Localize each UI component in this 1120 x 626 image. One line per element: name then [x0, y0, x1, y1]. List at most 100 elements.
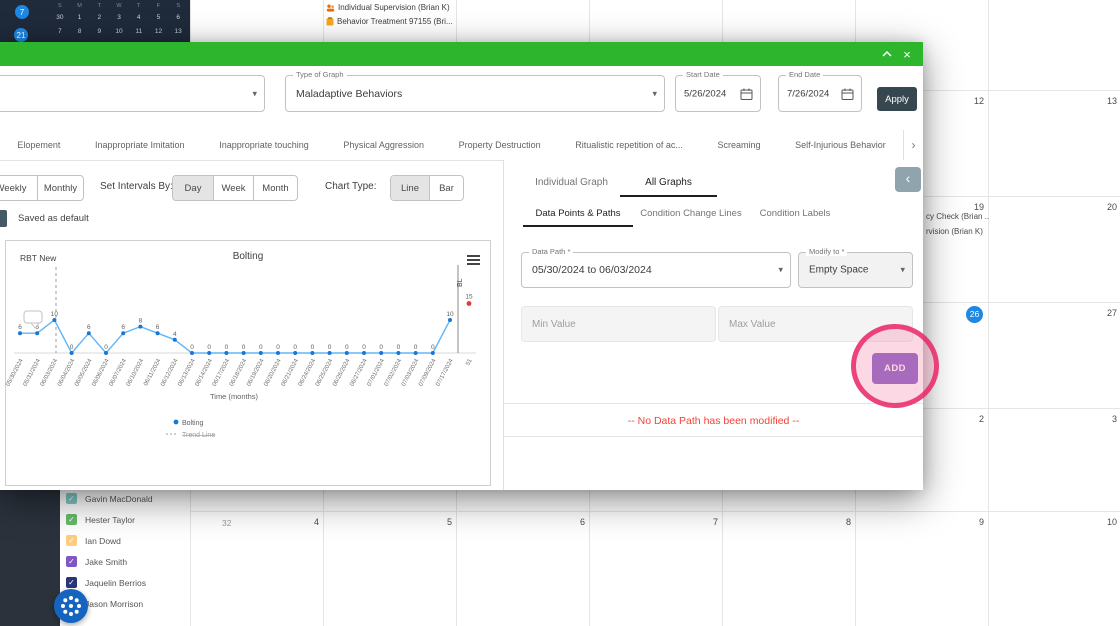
- calendar-date[interactable]: 5: [418, 517, 452, 527]
- data-point[interactable]: [430, 351, 435, 355]
- mini-calendar-cell[interactable]: 4: [129, 14, 149, 21]
- chart-type-bar-button[interactable]: Bar: [429, 176, 463, 200]
- data-point[interactable]: [310, 351, 315, 355]
- calendar-date[interactable]: 6: [551, 517, 585, 527]
- client-checkbox[interactable]: ✓: [66, 514, 77, 525]
- client-checkbox[interactable]: ✓: [66, 577, 77, 588]
- client-list-item[interactable]: ✓ Jake Smith: [60, 551, 190, 572]
- data-point[interactable]: [121, 331, 126, 336]
- mini-calendar-cell[interactable]: 9: [89, 28, 109, 35]
- tabs-scroll-right-button[interactable]: ›: [903, 130, 923, 160]
- mini-calendar-cell[interactable]: 30: [50, 14, 70, 21]
- calendar-icon[interactable]: [841, 87, 854, 100]
- mini-calendar-cell[interactable]: W: [109, 3, 129, 9]
- collapse-panel-button[interactable]: ‹: [895, 167, 921, 192]
- data-point[interactable]: [448, 318, 452, 322]
- mini-calendar-cell[interactable]: S: [168, 3, 188, 9]
- calendar-event[interactable]: cy Check (Brian ..: [926, 212, 989, 221]
- client-list-item[interactable]: ✓ Hester Taylor: [60, 509, 190, 530]
- data-point[interactable]: [379, 351, 384, 355]
- mini-calendar-cell[interactable]: 12: [149, 28, 169, 35]
- subtab-condition-labels[interactable]: Condition Labels: [749, 200, 841, 227]
- behavior-tab-physical-aggression[interactable]: Physical Aggression: [326, 130, 441, 160]
- weekly-button[interactable]: Weekly: [0, 176, 37, 200]
- chat-widget-button[interactable]: [54, 589, 88, 623]
- collapse-modal-button[interactable]: [879, 46, 895, 62]
- end-date-field[interactable]: End Date 7/26/2024: [778, 70, 862, 112]
- calendar-date[interactable]: 27: [1083, 308, 1117, 318]
- max-value-input[interactable]: [718, 306, 913, 342]
- legend-label-disabled[interactable]: Trend Line: [182, 432, 215, 439]
- behavior-tab-ritualistic-repetition-of-ac[interactable]: Ritualistic repetition of ac...: [558, 130, 700, 160]
- data-point[interactable]: [276, 351, 280, 355]
- calendar-date[interactable]: 10: [1083, 517, 1117, 527]
- monthly-button[interactable]: Monthly: [37, 176, 83, 200]
- mini-calendar-cell[interactable]: S: [50, 3, 70, 9]
- data-point[interactable]: [52, 318, 57, 322]
- calendar-date[interactable]: 3: [1083, 414, 1117, 424]
- client-checkbox[interactable]: ✓: [66, 535, 77, 546]
- data-point[interactable]: [138, 324, 143, 329]
- behavior-tab-inappropriate-touching[interactable]: Inappropriate touching: [202, 130, 326, 160]
- behavior-tab-property-destruction[interactable]: Property Destruction: [441, 130, 558, 160]
- data-point[interactable]: [69, 351, 74, 355]
- mini-calendar-cell[interactable]: F: [149, 3, 169, 9]
- calendar-date[interactable]: 4: [285, 517, 319, 527]
- data-point[interactable]: [396, 351, 401, 355]
- min-value-input[interactable]: [521, 306, 716, 342]
- calendar-date[interactable]: 12: [950, 96, 984, 106]
- calendar-icon[interactable]: [740, 87, 753, 100]
- data-point[interactable]: [104, 351, 108, 355]
- mini-calendar[interactable]: S M T W T F S 30 1 2 3 4 5 6 7 8 9 10 11 12 13: [50, 1, 188, 38]
- legend-label[interactable]: Bolting: [182, 420, 204, 427]
- interval-week-button[interactable]: Week: [213, 176, 253, 200]
- behavior-tab-elopement[interactable]: Elopement: [0, 130, 78, 160]
- data-point[interactable]: [362, 351, 366, 355]
- client-checkbox[interactable]: ✓: [66, 556, 77, 567]
- data-point[interactable]: [293, 351, 298, 355]
- subtab-condition-change-lines[interactable]: Condition Change Lines: [633, 200, 749, 227]
- mini-calendar-cell[interactable]: T: [129, 3, 149, 9]
- notification-badge[interactable]: 21: [14, 28, 28, 42]
- client-list-item[interactable]: ✓ Jaquelin Berrios: [60, 572, 190, 593]
- notification-badge[interactable]: 7: [15, 5, 29, 19]
- calendar-today-date[interactable]: 26: [966, 306, 983, 323]
- data-point[interactable]: [18, 331, 22, 336]
- add-button[interactable]: ADD: [872, 353, 918, 384]
- calendar-date[interactable]: 20: [1083, 202, 1117, 212]
- mini-calendar-cell[interactable]: 11: [129, 28, 149, 35]
- mini-calendar-cell[interactable]: 8: [70, 28, 90, 35]
- behavior-tab-self-injurious-behavior[interactable]: Self-Injurious Behavior: [778, 130, 903, 160]
- client-list-item[interactable]: ✓ Ian Dowd: [60, 530, 190, 551]
- data-point[interactable]: [207, 351, 212, 355]
- data-point[interactable]: [190, 351, 194, 355]
- baseline-data-point[interactable]: [466, 301, 472, 306]
- close-modal-button[interactable]: ×: [899, 46, 915, 62]
- mini-calendar-cell[interactable]: 3: [109, 14, 129, 21]
- calendar-date[interactable]: 7: [684, 517, 718, 527]
- agenda-event[interactable]: Individual Supervision (Brian K): [326, 3, 450, 12]
- interval-day-button[interactable]: Day: [173, 176, 213, 200]
- type-of-graph-select[interactable]: Type of Graph Maladaptive Behaviors ▾: [285, 70, 665, 112]
- client-select[interactable]: ▾: [0, 75, 265, 112]
- interval-month-button[interactable]: Month: [253, 176, 297, 200]
- data-point[interactable]: [258, 351, 263, 355]
- mini-calendar-cell[interactable]: 1: [70, 14, 90, 21]
- tab-individual-graph[interactable]: Individual Graph: [523, 168, 620, 197]
- data-point[interactable]: [413, 351, 418, 355]
- subtab-data-points-paths[interactable]: Data Points & Paths: [523, 200, 633, 227]
- data-point[interactable]: [35, 331, 40, 336]
- tab-all-graphs[interactable]: All Graphs: [620, 168, 717, 197]
- mini-calendar-cell[interactable]: 13: [168, 28, 188, 35]
- data-point[interactable]: [172, 337, 177, 342]
- behavior-tab-screaming[interactable]: Screaming: [700, 130, 778, 160]
- behavior-tab-inappropriate-imitation[interactable]: Inappropriate Imitation: [78, 130, 202, 160]
- calendar-date[interactable]: 8: [817, 517, 851, 527]
- apply-button[interactable]: Apply: [877, 87, 917, 111]
- calendar-date[interactable]: 13: [1083, 96, 1117, 106]
- data-point[interactable]: [86, 331, 91, 336]
- mini-calendar-cell[interactable]: M: [70, 3, 90, 9]
- calendar-date[interactable]: 2: [950, 414, 984, 424]
- agenda-event[interactable]: Behavior Treatment 97155 (Bri...: [326, 17, 453, 26]
- calendar-date[interactable]: 19: [950, 202, 984, 212]
